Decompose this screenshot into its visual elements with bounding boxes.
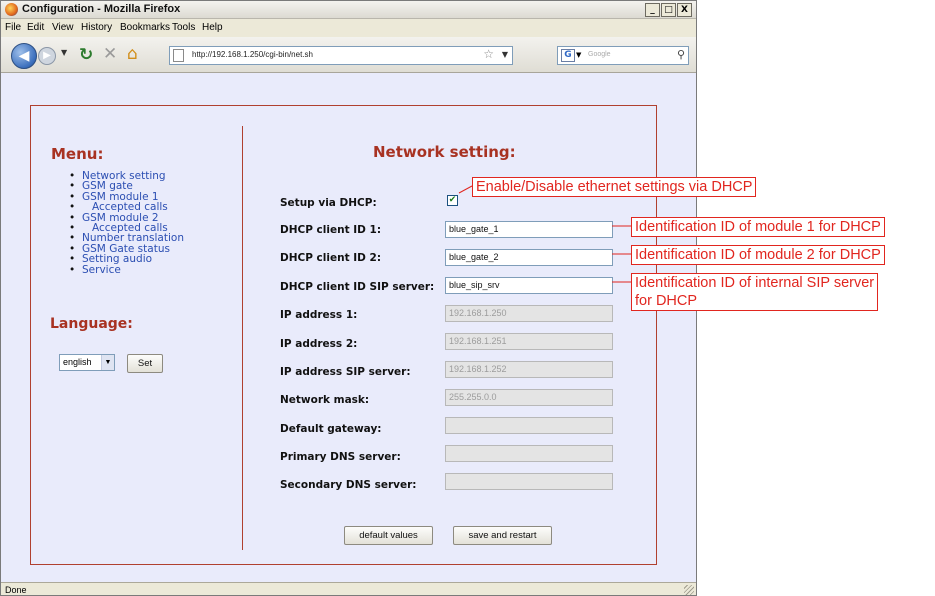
back-arrow-icon[interactable]: ◀	[11, 43, 37, 69]
dhcp-checkbox[interactable]: ✔	[447, 195, 458, 206]
search-placeholder[interactable]: Google	[588, 51, 611, 58]
url-bar[interactable]: http://192.168.1.250/cgi-bin/net.sh ☆ ▼	[169, 46, 513, 65]
secondary-dns-label: Secondary DNS server:	[280, 479, 417, 491]
bookmark-star-icon[interactable]: ☆	[483, 47, 494, 61]
config-frame: Menu: Network setting GSM gate GSM modul…	[30, 105, 657, 565]
page-viewport: Menu: Network setting GSM gate GSM modul…	[1, 73, 696, 582]
page-title: Network setting:	[373, 143, 516, 161]
primary-dns-label: Primary DNS server:	[280, 451, 401, 463]
home-icon[interactable]: ⌂	[127, 44, 138, 64]
set-language-button[interactable]: Set	[127, 354, 163, 373]
ip-address-2-input[interactable]: 192.168.1.251	[445, 333, 613, 350]
browser-window: Configuration - Mozilla Firefox _ □ X File…	[0, 0, 697, 596]
minimize-button[interactable]: _	[645, 3, 660, 17]
window-title: Configuration - Mozilla Firefox	[22, 3, 181, 15]
default-values-button[interactable]: default values	[344, 526, 433, 545]
dhcp-client-id-sip-input[interactable]: blue_sip_srv	[445, 277, 613, 294]
history-dropdown-icon[interactable]: ▼	[61, 48, 67, 57]
checkmark-icon: ✔	[448, 195, 457, 205]
page-icon	[173, 49, 184, 62]
navigation-toolbar: ◀ ▶ ▼ ↻ ✕ ⌂ http://192.168.1.250/cgi-bin…	[1, 37, 696, 73]
chevron-down-icon[interactable]: ▼	[101, 355, 114, 370]
url-dropdown-icon[interactable]: ▼	[502, 50, 508, 59]
secondary-dns-input[interactable]	[445, 473, 613, 490]
annotation-sip-line2: for DHCP	[635, 293, 698, 309]
dhcp-client-id-1-input[interactable]: blue_gate_1	[445, 221, 613, 238]
network-mask-label: Network mask:	[280, 394, 370, 406]
url-text[interactable]: http://192.168.1.250/cgi-bin/net.sh	[192, 50, 313, 59]
network-mask-input[interactable]: 255.255.0.0	[445, 389, 613, 406]
menu-heading: Menu:	[51, 145, 104, 163]
engine-dropdown-icon[interactable]: ▼	[576, 51, 581, 59]
search-bar[interactable]: G ▼ Google ⚲	[557, 46, 689, 65]
maximize-button[interactable]: □	[661, 3, 676, 17]
firefox-icon	[5, 3, 18, 16]
status-text: Done	[5, 585, 27, 595]
save-and-restart-button[interactable]: save and restart	[453, 526, 552, 545]
annotation-id2: Identification ID of module 2 for DHCP	[631, 245, 885, 265]
ip-address-1-input[interactable]: 192.168.1.250	[445, 305, 613, 322]
default-gateway-label: Default gateway:	[280, 423, 382, 435]
status-bar: Done	[1, 582, 696, 595]
dhcp-label: Setup via DHCP:	[280, 197, 377, 209]
dhcp-client-id-1-label: DHCP client ID 1:	[280, 224, 382, 236]
default-gateway-input[interactable]	[445, 417, 613, 434]
annotation-dhcp: Enable/Disable ethernet settings via DHC…	[472, 177, 757, 197]
menu-tools[interactable]: Tools	[172, 22, 195, 33]
menu-help[interactable]: Help	[202, 22, 223, 33]
ip-address-1-label: IP address 1:	[280, 309, 358, 321]
ip-address-sip-label: IP address SIP server:	[280, 366, 411, 378]
menu-view[interactable]: View	[52, 22, 74, 33]
google-icon[interactable]: G	[561, 49, 575, 62]
dhcp-client-id-sip-label: DHCP client ID SIP server:	[280, 281, 435, 293]
menu-edit[interactable]: Edit	[27, 22, 44, 33]
ip-address-2-label: IP address 2:	[280, 338, 358, 350]
annotation-sip-line1: Identification ID of internal SIP server	[635, 275, 875, 291]
search-icon[interactable]: ⚲	[677, 48, 685, 61]
annotation-sip: Identification ID of internal SIP server…	[631, 273, 879, 311]
resize-grip-icon[interactable]	[684, 585, 694, 595]
forward-arrow-icon[interactable]: ▶	[38, 47, 56, 65]
menu-bookmarks[interactable]: Bookmarks	[120, 22, 170, 33]
menu-history[interactable]: History	[81, 22, 112, 33]
annotation-id1: Identification ID of module 1 for DHCP	[631, 217, 885, 237]
dhcp-client-id-2-label: DHCP client ID 2:	[280, 252, 382, 264]
reload-icon[interactable]: ↻	[79, 45, 93, 65]
sidebar-item-service[interactable]: Service	[69, 264, 184, 275]
title-bar: Configuration - Mozilla Firefox _ □ X	[1, 1, 696, 19]
column-divider	[242, 126, 243, 550]
sidebar-menu: Network setting GSM gate GSM module 1 Ac…	[69, 171, 184, 276]
stop-icon[interactable]: ✕	[103, 44, 117, 64]
language-heading: Language:	[50, 316, 133, 332]
language-value[interactable]: english	[63, 357, 92, 367]
close-button[interactable]: X	[677, 3, 692, 17]
menu-bar: File Edit View History Bookmarks Tools H…	[1, 19, 696, 37]
dhcp-client-id-2-input[interactable]: blue_gate_2	[445, 249, 613, 266]
menu-file[interactable]: File	[5, 22, 21, 33]
language-select[interactable]: english ▼	[59, 354, 115, 371]
ip-address-sip-input[interactable]: 192.168.1.252	[445, 361, 613, 378]
primary-dns-input[interactable]	[445, 445, 613, 462]
